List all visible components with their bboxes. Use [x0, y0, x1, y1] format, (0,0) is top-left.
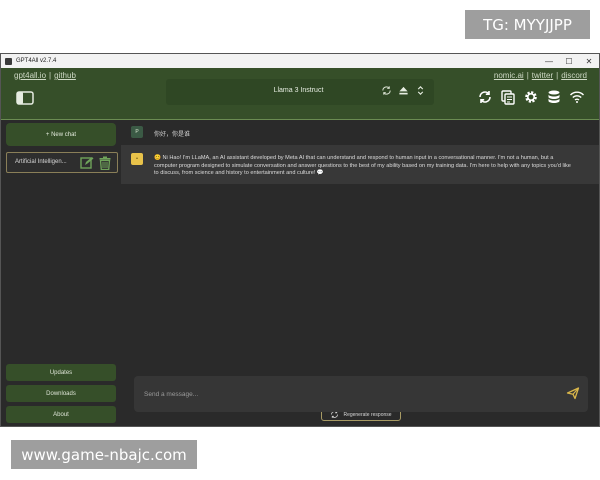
- downloads-button[interactable]: Downloads: [6, 385, 116, 402]
- user-avatar: P: [131, 126, 143, 138]
- watermark-bottom-text: www.game-nbajc.com: [21, 445, 187, 464]
- header-links-right: nomic.ai | twitter | discord: [494, 71, 587, 80]
- minimize-button[interactable]: —: [539, 54, 559, 68]
- link-separator: |: [49, 71, 52, 80]
- nomic-link[interactable]: nomic.ai: [494, 71, 524, 80]
- maximize-button[interactable]: ☐: [559, 54, 579, 68]
- settings-gear-icon[interactable]: [523, 89, 539, 105]
- assistant-avatar: •: [131, 153, 143, 165]
- send-icon[interactable]: [566, 386, 580, 400]
- link-separator: |: [556, 71, 559, 80]
- header-links-left: gpt4all.io | github: [14, 71, 76, 80]
- watermark-top-text: TG: MYYJJPP: [483, 15, 572, 34]
- assistant-message: • 😊 Ni Hao! I'm LLaMA, an AI assistant d…: [121, 145, 599, 184]
- discord-link[interactable]: discord: [561, 71, 587, 80]
- window-title: GPT4All v2.7.4: [16, 58, 57, 64]
- assistant-message-text: 😊 Ni Hao! I'm LLaMA, an AI assistant dev…: [154, 155, 571, 177]
- reset-context-icon[interactable]: [477, 89, 493, 105]
- app-icon: [5, 57, 12, 65]
- sidebar-toggle-icon[interactable]: [16, 91, 34, 105]
- updates-button[interactable]: Updates: [6, 364, 116, 381]
- user-message-text: 你好，你是谁: [154, 132, 191, 138]
- top-header: gpt4all.io | github nomic.ai | twitter | disco…: [1, 68, 599, 120]
- message-composer: [134, 376, 588, 412]
- close-button[interactable]: ✕: [579, 54, 599, 68]
- link-separator: |: [526, 71, 529, 80]
- new-chat-button[interactable]: + New chat: [6, 123, 116, 146]
- watermark-top: TG: MYYJJPP: [465, 10, 590, 39]
- chat-sidebar: + New chat Artificial Intelligen...: [1, 121, 121, 427]
- chevron-updown-icon[interactable]: [415, 85, 426, 96]
- title-bar: GPT4All v2.7.4 — ☐ ✕: [1, 54, 599, 68]
- eject-icon[interactable]: [398, 85, 409, 96]
- trash-icon[interactable]: [98, 156, 112, 170]
- twitter-link[interactable]: twitter: [532, 71, 553, 80]
- gpt4all-link[interactable]: gpt4all.io: [14, 71, 46, 80]
- header-toolbar: [477, 89, 585, 105]
- reload-model-icon[interactable]: [381, 85, 392, 96]
- github-link[interactable]: github: [54, 71, 76, 80]
- regenerate-label: Regenerate response: [343, 411, 392, 418]
- message-input[interactable]: [144, 388, 544, 400]
- edit-pencil-icon[interactable]: [80, 156, 94, 170]
- window-controls: — ☐ ✕: [539, 54, 599, 68]
- database-icon[interactable]: [546, 89, 562, 105]
- copy-conversation-icon[interactable]: [500, 89, 516, 105]
- model-selector[interactable]: Llama 3 Instruct: [166, 79, 434, 105]
- about-button[interactable]: About: [6, 406, 116, 423]
- user-message: P 你好，你是谁: [121, 121, 599, 143]
- app-window: GPT4All v2.7.4 — ☐ ✕ gpt4all.io | github n…: [0, 53, 600, 427]
- chat-list-item[interactable]: Artificial Intelligen...: [6, 152, 118, 173]
- network-wifi-icon[interactable]: [569, 89, 585, 105]
- watermark-bottom: www.game-nbajc.com: [11, 440, 197, 469]
- model-name: Llama 3 Instruct: [273, 87, 324, 94]
- chat-title: Artificial Intelligen...: [15, 159, 67, 165]
- model-controls: [381, 85, 426, 96]
